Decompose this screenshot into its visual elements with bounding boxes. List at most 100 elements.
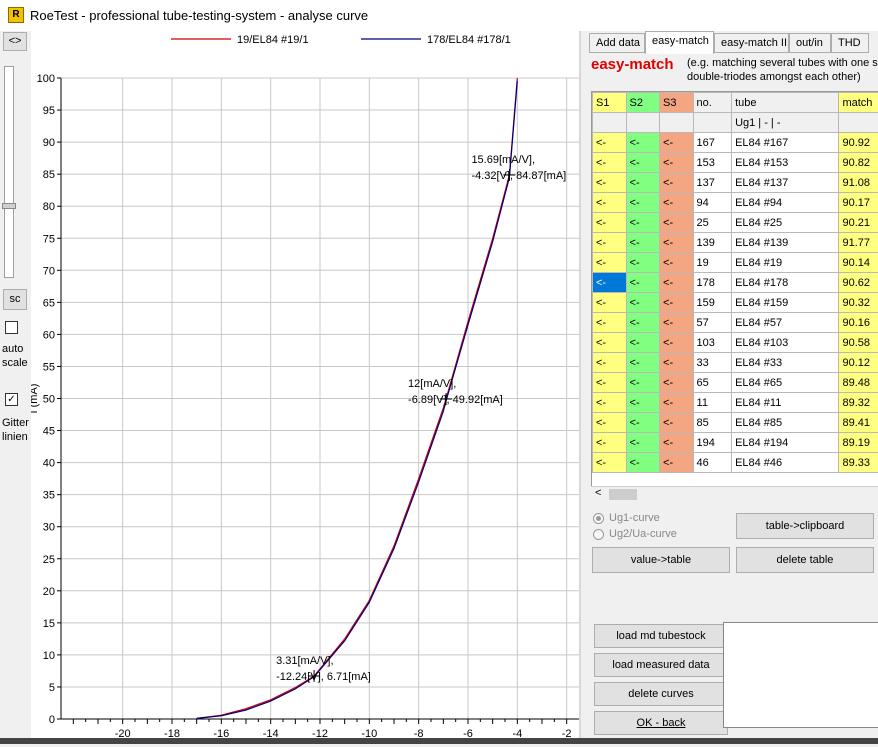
select-cell-s3[interactable]: <- (660, 273, 694, 293)
select-cell-s1[interactable]: <- (593, 453, 627, 473)
auto-scale-checkbox[interactable] (5, 321, 18, 334)
select-cell-s2[interactable]: <- (626, 173, 660, 193)
ug1-curve-radio[interactable] (593, 513, 604, 524)
select-cell-s3[interactable]: <- (660, 373, 694, 393)
select-cell-s3[interactable]: <- (660, 213, 694, 233)
table-row[interactable]: <-<-<-137EL84 #13791.08 (593, 173, 878, 193)
delete-table-button[interactable]: delete table (736, 547, 874, 573)
table-row[interactable]: <-<-<-167EL84 #16790.92 (593, 133, 878, 153)
select-cell-s2[interactable]: <- (626, 373, 660, 393)
table-row[interactable]: <-<-<-94EL84 #9490.17 (593, 193, 878, 213)
grid-lines-checkbox[interactable]: ✓ (5, 393, 18, 406)
select-cell-s1[interactable]: <- (593, 433, 627, 453)
select-cell-s2[interactable]: <- (626, 293, 660, 313)
tube-name-cell: EL84 #46 (732, 453, 839, 473)
select-cell-s1[interactable]: <- (593, 233, 627, 253)
zoom-slider-thumb[interactable] (2, 203, 16, 209)
load-md-tubestock-button[interactable]: load md tubestock (594, 624, 728, 648)
tab-thd[interactable]: THD (831, 33, 869, 53)
select-cell-s2[interactable]: <- (626, 233, 660, 253)
sc-button[interactable]: sc (3, 289, 27, 310)
select-cell-s2[interactable]: <- (626, 333, 660, 353)
ug2-ua-curve-radio[interactable] (593, 529, 604, 540)
scrollbar-thumb[interactable] (609, 489, 637, 500)
select-cell-s2[interactable]: <- (626, 273, 660, 293)
select-cell-s1[interactable]: <- (593, 293, 627, 313)
select-cell-s1[interactable]: <- (593, 173, 627, 193)
select-cell-s3[interactable]: <- (660, 233, 694, 253)
table-row[interactable]: <-<-<-139EL84 #13991.77 (593, 233, 878, 253)
table-row[interactable]: <-<-<-85EL84 #8589.41 (593, 413, 878, 433)
header-s3[interactable]: S3 (660, 93, 694, 113)
select-cell-s1[interactable]: <- (593, 313, 627, 333)
select-cell-s1[interactable]: <- (593, 153, 627, 173)
load-measured-data-button[interactable]: load measured data (594, 653, 728, 677)
select-cell-s1[interactable]: <- (593, 393, 627, 413)
header-match[interactable]: match (839, 93, 878, 113)
table-row[interactable]: <-<-<-46EL84 #4689.33 (593, 453, 878, 473)
select-cell-s3[interactable]: <- (660, 133, 694, 153)
select-cell-s2[interactable]: <- (626, 193, 660, 213)
select-cell-s3[interactable]: <- (660, 413, 694, 433)
select-cell-s3[interactable]: <- (660, 353, 694, 373)
table-to-clipboard-button[interactable]: table->clipboard (736, 513, 874, 539)
tab-easy-match[interactable]: easy-match (645, 31, 714, 54)
select-cell-s3[interactable]: <- (660, 293, 694, 313)
select-cell-s1[interactable]: <- (593, 413, 627, 433)
collapse-button[interactable]: <> (3, 32, 27, 51)
select-cell-s2[interactable]: <- (626, 393, 660, 413)
select-cell-s3[interactable]: <- (660, 433, 694, 453)
select-cell-s3[interactable]: <- (660, 193, 694, 213)
select-cell-s2[interactable]: <- (626, 133, 660, 153)
tab-out-in[interactable]: out/in (789, 33, 831, 53)
table-row[interactable]: <-<-<-33EL84 #3390.12 (593, 353, 878, 373)
select-cell-s3[interactable]: <- (660, 333, 694, 353)
select-cell-s1[interactable]: <- (593, 353, 627, 373)
info-memo[interactable] (723, 622, 878, 728)
select-cell-s1[interactable]: <- (593, 333, 627, 353)
table-row[interactable]: <-<-<-153EL84 #15390.82 (593, 153, 878, 173)
select-cell-s2[interactable]: <- (626, 213, 660, 233)
tab-add-data[interactable]: Add data (589, 33, 645, 53)
zoom-slider[interactable] (4, 66, 14, 278)
header-tube[interactable]: tube (732, 93, 839, 113)
select-cell-s3[interactable]: <- (660, 253, 694, 273)
select-cell-s2[interactable]: <- (626, 253, 660, 273)
select-cell-s3[interactable]: <- (660, 313, 694, 333)
table-row[interactable]: <-<-<-194EL84 #19489.19 (593, 433, 878, 453)
select-cell-s1[interactable]: <- (593, 133, 627, 153)
scroll-left-icon[interactable]: < (595, 487, 601, 499)
select-cell-s2[interactable]: <- (626, 453, 660, 473)
table-row[interactable]: <-<-<-178EL84 #17890.62 (593, 273, 878, 293)
select-cell-s2[interactable]: <- (626, 433, 660, 453)
select-cell-s3[interactable]: <- (660, 173, 694, 193)
select-cell-s2[interactable]: <- (626, 413, 660, 433)
table-row[interactable]: <-<-<-25EL84 #2590.21 (593, 213, 878, 233)
select-cell-s1[interactable]: <- (593, 373, 627, 393)
header-no[interactable]: no. (693, 93, 732, 113)
ok-back-button[interactable]: OK - back (594, 711, 728, 735)
select-cell-s2[interactable]: <- (626, 313, 660, 333)
match-table[interactable]: S1S2S3no.tubematchUg1 | - | -<-<-<-167EL… (591, 91, 878, 492)
select-cell-s1[interactable]: <- (593, 253, 627, 273)
header-s2[interactable]: S2 (626, 93, 660, 113)
select-cell-s3[interactable]: <- (660, 153, 694, 173)
select-cell-s1[interactable]: <- (593, 193, 627, 213)
header-s1[interactable]: S1 (593, 93, 627, 113)
table-row[interactable]: <-<-<-57EL84 #5790.16 (593, 313, 878, 333)
select-cell-s2[interactable]: <- (626, 353, 660, 373)
table-row[interactable]: <-<-<-103EL84 #10390.58 (593, 333, 878, 353)
tab-easy-match-ii[interactable]: easy-match II (714, 33, 789, 53)
value-to-table-button[interactable]: value->table (592, 547, 730, 573)
table-row[interactable]: <-<-<-11EL84 #1189.32 (593, 393, 878, 413)
select-cell-s3[interactable]: <- (660, 453, 694, 473)
table-row[interactable]: <-<-<-19EL84 #1990.14 (593, 253, 878, 273)
table-row[interactable]: <-<-<-159EL84 #15990.32 (593, 293, 878, 313)
select-cell-s1[interactable]: <- (593, 273, 627, 293)
select-cell-s3[interactable]: <- (660, 393, 694, 413)
table-row[interactable]: <-<-<-65EL84 #6589.48 (593, 373, 878, 393)
horizontal-scrollbar[interactable]: < (591, 486, 878, 502)
delete-curves-button[interactable]: delete curves (594, 682, 728, 706)
select-cell-s1[interactable]: <- (593, 213, 627, 233)
select-cell-s2[interactable]: <- (626, 153, 660, 173)
